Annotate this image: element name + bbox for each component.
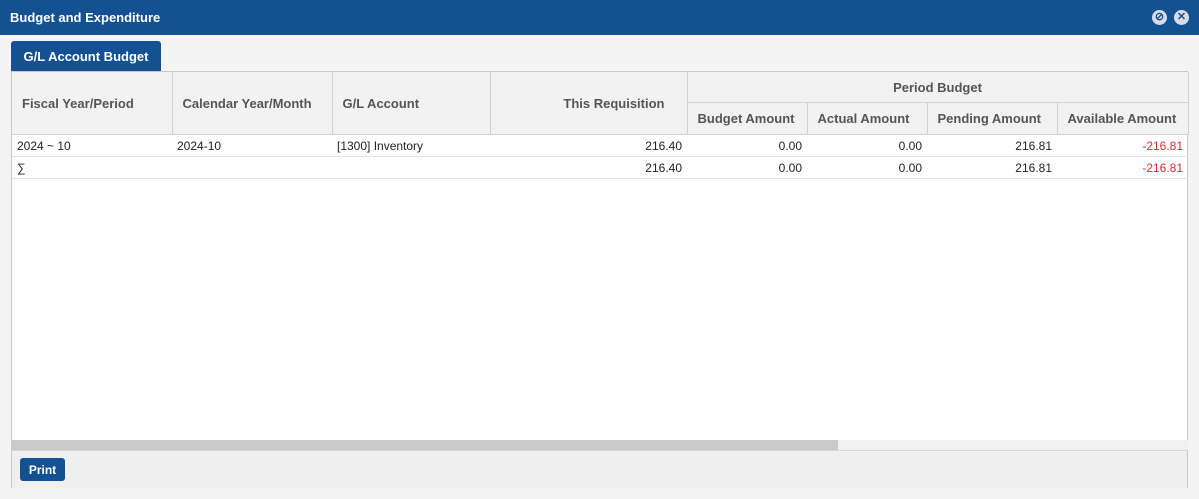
col-header-account[interactable]: G/L Account bbox=[332, 72, 491, 135]
close-icon[interactable]: ✕ bbox=[1174, 10, 1189, 25]
col-header-fiscal[interactable]: Fiscal Year/Period bbox=[12, 72, 173, 135]
cell-fiscal: 2024 ~ 10 bbox=[12, 134, 172, 157]
col-header-actual[interactable]: Actual Amount bbox=[807, 102, 928, 135]
cell-requisition: 216.40 bbox=[490, 156, 687, 179]
tab-label: G/L Account Budget bbox=[23, 49, 149, 64]
print-button[interactable]: Print bbox=[20, 458, 65, 481]
col-group-period-budget: Period Budget bbox=[687, 72, 1189, 103]
cell-account: [1300] Inventory bbox=[332, 134, 490, 157]
window-title: Budget and Expenditure bbox=[10, 10, 161, 25]
cell-calendar bbox=[172, 156, 332, 179]
table-row-total[interactable]: ∑ 216.40 0.00 0.00 216.81 -216.81 bbox=[12, 156, 1189, 179]
cell-fiscal: ∑ bbox=[12, 156, 172, 179]
horizontal-scrollbar[interactable] bbox=[12, 440, 1188, 450]
col-header-available[interactable]: Available Amount bbox=[1057, 102, 1189, 135]
col-header-requisition[interactable]: This Requisition bbox=[490, 72, 688, 135]
cell-requisition: 216.40 bbox=[490, 134, 687, 157]
cell-actual: 0.00 bbox=[807, 156, 927, 179]
window-titlebar: Budget and Expenditure ⊘ ✕ bbox=[0, 0, 1199, 35]
cell-calendar: 2024-10 bbox=[172, 134, 332, 157]
cell-available: -216.81 bbox=[1057, 156, 1189, 179]
cell-actual: 0.00 bbox=[807, 134, 927, 157]
cell-budget: 0.00 bbox=[687, 134, 807, 157]
tab-gl-account-budget[interactable]: G/L Account Budget bbox=[11, 41, 161, 72]
minimize-icon[interactable]: ⊘ bbox=[1152, 10, 1167, 25]
budget-table: Fiscal Year/Period Calendar Year/Month G… bbox=[12, 72, 1189, 179]
table-row[interactable]: 2024 ~ 10 2024-10 [1300] Inventory 216.4… bbox=[12, 134, 1189, 157]
col-header-budget[interactable]: Budget Amount bbox=[687, 102, 808, 135]
col-header-pending[interactable]: Pending Amount bbox=[927, 102, 1058, 135]
cell-available: -216.81 bbox=[1057, 134, 1189, 157]
budget-panel: Fiscal Year/Period Calendar Year/Month G… bbox=[11, 71, 1189, 488]
scrollbar-thumb[interactable] bbox=[12, 440, 838, 450]
panel-footer: Print bbox=[12, 450, 1187, 488]
cell-account bbox=[332, 156, 490, 179]
col-header-calendar[interactable]: Calendar Year/Month bbox=[172, 72, 333, 135]
cell-pending: 216.81 bbox=[927, 134, 1057, 157]
cell-budget: 0.00 bbox=[687, 156, 807, 179]
cell-pending: 216.81 bbox=[927, 156, 1057, 179]
